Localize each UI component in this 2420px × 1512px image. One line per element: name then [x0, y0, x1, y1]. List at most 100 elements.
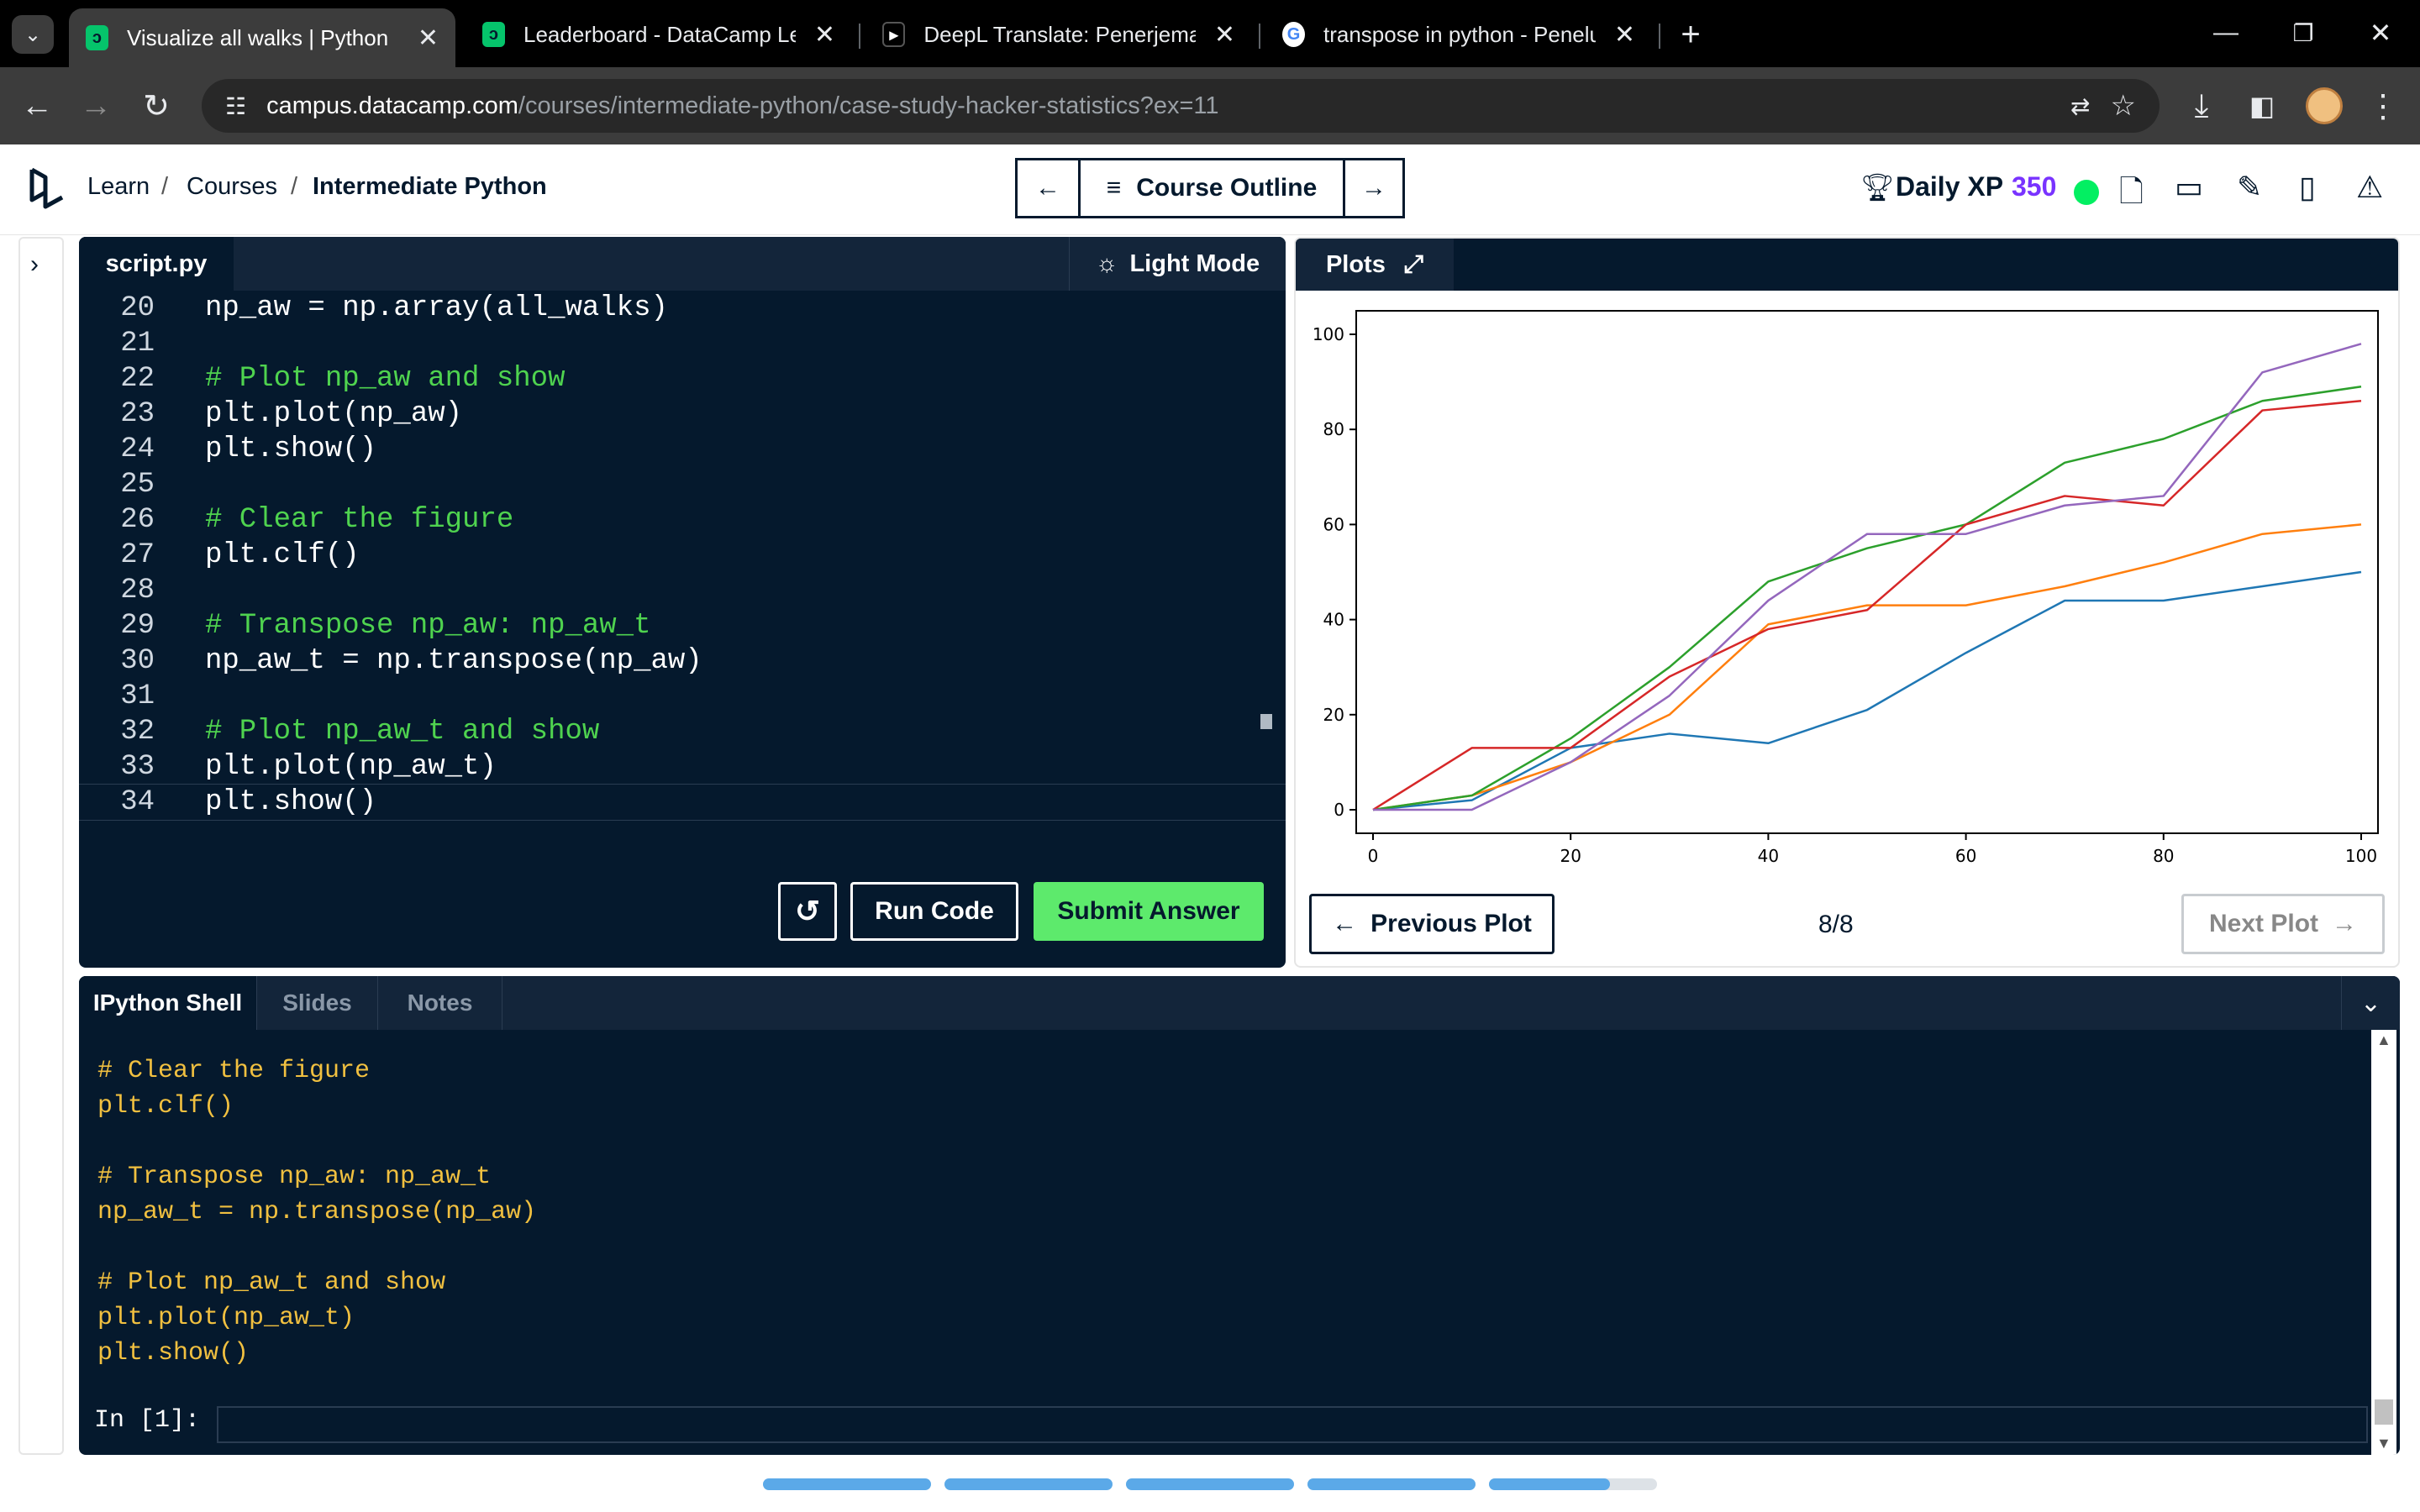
reload-icon[interactable]: ↻ — [131, 67, 182, 144]
previous-exercise-button[interactable]: ← — [1015, 158, 1081, 218]
side-panel-icon[interactable]: ◧ — [2237, 67, 2287, 144]
address-bar[interactable]: ☷ campus.datacamp.com/courses/intermedia… — [202, 79, 2160, 133]
breadcrumb-separator: / — [161, 173, 169, 200]
tab-slides[interactable]: Slides — [257, 976, 378, 1030]
x-tick-label: 20 — [1560, 846, 1581, 866]
breadcrumb-courses[interactable]: Courses — [187, 173, 277, 201]
line-number: 25 — [120, 469, 155, 501]
next-plot-button[interactable]: Next Plot → — [2181, 894, 2385, 954]
submit-answer-button[interactable]: Submit Answer — [1034, 882, 1264, 941]
course-outline-button[interactable]: ≡ Course Outline — [1078, 158, 1345, 218]
arrow-left-icon: ← — [1332, 910, 1358, 937]
browser-tab[interactable]: ↄ Visualize all walks | Python ✕ — [69, 8, 455, 67]
tab-script-py[interactable]: script.py — [79, 237, 234, 291]
expand-icon[interactable]: ⤢ — [1404, 251, 1423, 279]
download-icon[interactable]: ⤓ — [2176, 67, 2227, 144]
code-line[interactable]: 31 — [79, 679, 1286, 714]
code-line[interactable]: 32 # Plot np_aw_t and show — [79, 714, 1286, 749]
line-number: 30 — [120, 645, 155, 677]
tab-ipython-shell[interactable]: IPython Shell — [79, 976, 257, 1030]
code-line[interactable]: 26 # Clear the figure — [79, 502, 1286, 538]
code-line[interactable]: 34 plt.show() — [79, 784, 1286, 821]
browser-toolbar: ← → ↻ ☷ campus.datacamp.com/courses/inte… — [0, 67, 2420, 144]
plot-counter: 8/8 — [1818, 911, 1854, 938]
close-icon[interactable]: ✕ — [418, 24, 439, 53]
progress-fill — [1489, 1478, 1610, 1490]
close-icon[interactable]: ✕ — [1614, 20, 1635, 50]
tab-plots[interactable]: Plots ⤢ — [1296, 239, 1454, 291]
line-number: 23 — [120, 398, 155, 430]
reset-button[interactable]: ↺ — [778, 882, 837, 941]
line-number: 27 — [120, 539, 155, 571]
code-line[interactable]: 25 — [79, 467, 1286, 502]
back-icon[interactable]: ← — [12, 67, 62, 144]
mobile-icon[interactable]: ▯ — [2299, 170, 2316, 205]
progress-segment[interactable] — [944, 1478, 1113, 1490]
sun-icon: ☼ — [1095, 249, 1118, 277]
browser-tab[interactable]: ▸ DeepL Translate: Penerjemah pa ✕ — [865, 8, 1252, 60]
bookmark-star-icon[interactable]: ☆ — [2111, 89, 2136, 123]
scroll-up-icon[interactable]: ▲ — [2376, 1032, 2391, 1049]
code-line[interactable]: 21 — [79, 326, 1286, 361]
tab-title: transpose in python - Penelusur — [1323, 21, 1596, 47]
forward-icon[interactable]: → — [71, 67, 121, 144]
progress-segment[interactable] — [1489, 1478, 1657, 1490]
code-line[interactable]: 30 np_aw_t = np.transpose(np_aw) — [79, 643, 1286, 679]
site-info-icon[interactable]: ☷ — [225, 92, 246, 120]
progress-segment[interactable] — [763, 1478, 931, 1490]
video-icon[interactable]: ▭ — [2175, 170, 2203, 205]
code-comment: # Plot np_aw and show — [205, 363, 566, 395]
code-comment: # Plot np_aw_t and show — [205, 716, 600, 748]
browser-tab[interactable]: ↄ Leaderboard - DataCamp Learn ✕ — [466, 8, 852, 60]
close-icon[interactable]: ✕ — [814, 20, 835, 50]
document-icon[interactable]: 🗋 — [2119, 170, 2144, 221]
code-line[interactable]: 22 # Plot np_aw and show — [79, 361, 1286, 396]
code-line[interactable]: 24 plt.show() — [79, 432, 1286, 467]
restore-button[interactable]: ❐ — [2282, 12, 2324, 54]
deepl-icon: ▸ — [882, 22, 906, 47]
code-line[interactable]: 33 plt.plot(np_aw_t) — [79, 749, 1286, 785]
code-line[interactable]: 20 np_aw = np.array(all_walks) — [79, 291, 1286, 326]
line-number: 21 — [120, 328, 155, 360]
breadcrumb-learn[interactable]: Learn — [87, 173, 150, 201]
editor-scroll-marker[interactable] — [1260, 714, 1272, 729]
minimize-button[interactable]: — — [2205, 12, 2247, 54]
console-input[interactable] — [217, 1406, 2368, 1443]
next-exercise-button[interactable]: → — [1343, 158, 1405, 218]
previous-plot-label: Previous Plot — [1370, 910, 1532, 937]
collapse-console-button[interactable]: ⌄ — [2341, 976, 2400, 1030]
code-line[interactable]: 29 # Transpose np_aw: np_aw_t — [79, 608, 1286, 643]
translate-icon[interactable]: ⇄ — [2070, 92, 2090, 120]
more-menu-icon[interactable]: ⋮ — [2358, 67, 2408, 144]
line-number: 32 — [120, 716, 155, 748]
code-line[interactable]: 28 — [79, 573, 1286, 608]
light-mode-button[interactable]: ☼ Light Mode — [1069, 237, 1286, 291]
previous-plot-button[interactable]: ← Previous Plot — [1309, 894, 1555, 954]
progress-segment[interactable] — [1126, 1478, 1294, 1490]
code-area[interactable]: 20 np_aw = np.array(all_walks) 21 22 # Plot … — [79, 291, 1286, 828]
new-tab-button[interactable]: + — [1674, 13, 1707, 55]
scroll-down-icon[interactable]: ▼ — [2376, 1435, 2391, 1452]
tab-notes[interactable]: Notes — [378, 976, 502, 1030]
scroll-thumb[interactable] — [2375, 1399, 2393, 1425]
browser-tab[interactable]: G transpose in python - Penelusur ✕ — [1265, 8, 1652, 60]
line-number: 29 — [120, 610, 155, 642]
x-tick-label: 60 — [1955, 846, 1976, 866]
x-tick-label: 40 — [1758, 846, 1779, 866]
code-line[interactable]: 27 plt.clf() — [79, 538, 1286, 573]
tab-search-button[interactable]: ⌄ — [12, 15, 54, 54]
pencil-icon[interactable]: ✎ — [2237, 170, 2262, 205]
code-line[interactable]: 23 plt.plot(np_aw) — [79, 396, 1286, 432]
console-scrollbar[interactable]: ▲ ▼ — [2371, 1030, 2396, 1455]
datacamp-logo[interactable] — [27, 166, 67, 212]
code-text: np_aw_t = np.transpose(np_aw) — [205, 645, 702, 677]
code-comment: # Transpose np_aw: np_aw_t — [205, 610, 651, 642]
close-icon[interactable]: ✕ — [1214, 20, 1235, 50]
breadcrumb-course-title: Intermediate Python — [313, 173, 547, 200]
exercise-sidebar-toggle[interactable]: › — [18, 237, 64, 1455]
progress-segment[interactable] — [1307, 1478, 1476, 1490]
run-code-button[interactable]: Run Code — [850, 882, 1018, 941]
close-window-button[interactable]: ✕ — [2360, 12, 2402, 54]
warning-icon[interactable]: ⚠ — [2356, 170, 2383, 205]
profile-avatar[interactable] — [2306, 87, 2343, 124]
